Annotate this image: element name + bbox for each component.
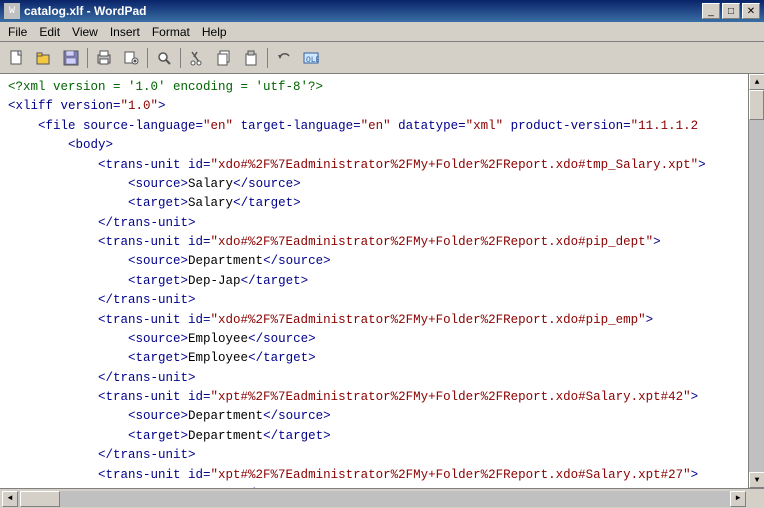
line-5: <trans-unit id="xdo#%2F%7Eadministrator%… xyxy=(8,156,740,175)
line-12: </trans-unit> xyxy=(8,291,740,310)
main-area: <?xml version = '1.0' encoding = 'utf-8'… xyxy=(0,74,764,488)
app-icon: W xyxy=(4,3,20,19)
line-21: <trans-unit id="xpt#%2F%7Eadministrator%… xyxy=(8,466,740,485)
print-button[interactable] xyxy=(91,46,117,70)
line-6: <source>Salary</source> xyxy=(8,175,740,194)
svg-text:OLE: OLE xyxy=(306,56,319,65)
scroll-track-v[interactable] xyxy=(749,90,764,472)
bottom-bar: ◄ ► xyxy=(0,488,764,508)
horizontal-scrollbar: ◄ ► xyxy=(2,491,746,507)
vertical-scrollbar: ▲ ▼ xyxy=(748,74,764,488)
line-17: <trans-unit id="xpt#%2F%7Eadministrator%… xyxy=(8,388,740,407)
menu-insert[interactable]: Insert xyxy=(104,24,146,40)
title-bar: W catalog.xlf - WordPad _ □ ✕ xyxy=(0,0,764,22)
line-11: <target>Dep-Jap</target> xyxy=(8,272,740,291)
line-18: <source>Department</source> xyxy=(8,407,740,426)
line-15: <target>Employee</target> xyxy=(8,349,740,368)
find-button[interactable] xyxy=(151,46,177,70)
line-19: <target>Department</target> xyxy=(8,427,740,446)
separator-4 xyxy=(267,48,268,68)
close-button[interactable]: ✕ xyxy=(742,3,760,19)
scroll-right-button[interactable]: ► xyxy=(730,491,746,507)
window-title: catalog.xlf - WordPad xyxy=(24,4,702,18)
new-button[interactable] xyxy=(4,46,30,70)
open-button[interactable] xyxy=(31,46,57,70)
line-20: </trans-unit> xyxy=(8,446,740,465)
copy-button[interactable] xyxy=(211,46,237,70)
window-controls: _ □ ✕ xyxy=(702,3,760,19)
separator-3 xyxy=(180,48,181,68)
toolbar: OLE xyxy=(0,42,764,74)
menu-format[interactable]: Format xyxy=(146,24,196,40)
menu-file[interactable]: File xyxy=(2,24,33,40)
line-9: <trans-unit id="xdo#%2F%7Eadministrator%… xyxy=(8,233,740,252)
line-22: <source>Manager</source> xyxy=(8,485,740,488)
line-1: <?xml version = '1.0' encoding = 'utf-8'… xyxy=(8,78,740,97)
minimize-button[interactable]: _ xyxy=(702,3,720,19)
line-4: <body> xyxy=(8,136,740,155)
print-preview-button[interactable] xyxy=(118,46,144,70)
line-13: <trans-unit id="xdo#%2F%7Eadministrator%… xyxy=(8,311,740,330)
cut-button[interactable] xyxy=(184,46,210,70)
maximize-button[interactable]: □ xyxy=(722,3,740,19)
undo-button[interactable] xyxy=(271,46,297,70)
scroll-thumb-v[interactable] xyxy=(749,90,764,120)
line-14: <source>Employee</source> xyxy=(8,330,740,349)
line-2: <xliff version="1.0"> xyxy=(8,97,740,116)
line-10: <source>Department</source> xyxy=(8,252,740,271)
scroll-up-button[interactable]: ▲ xyxy=(749,74,764,90)
line-16: </trans-unit> xyxy=(8,369,740,388)
line-7: <target>Salary</target> xyxy=(8,194,740,213)
scroll-left-button[interactable]: ◄ xyxy=(2,491,18,507)
scroll-down-button[interactable]: ▼ xyxy=(749,472,764,488)
menu-bar: File Edit View Insert Format Help xyxy=(0,22,764,42)
scroll-thumb-h[interactable] xyxy=(20,491,60,507)
scrollbar-corner xyxy=(748,491,764,507)
editor-content[interactable]: <?xml version = '1.0' encoding = 'utf-8'… xyxy=(0,74,748,488)
special-button[interactable]: OLE xyxy=(298,46,324,70)
separator-1 xyxy=(87,48,88,68)
menu-view[interactable]: View xyxy=(66,24,104,40)
separator-2 xyxy=(147,48,148,68)
line-3: <file source-language="en" target-langua… xyxy=(8,117,740,136)
menu-help[interactable]: Help xyxy=(196,24,233,40)
menu-edit[interactable]: Edit xyxy=(33,24,66,40)
save-button[interactable] xyxy=(58,46,84,70)
scroll-track-h[interactable] xyxy=(18,491,730,507)
line-8: </trans-unit> xyxy=(8,214,740,233)
paste-button[interactable] xyxy=(238,46,264,70)
